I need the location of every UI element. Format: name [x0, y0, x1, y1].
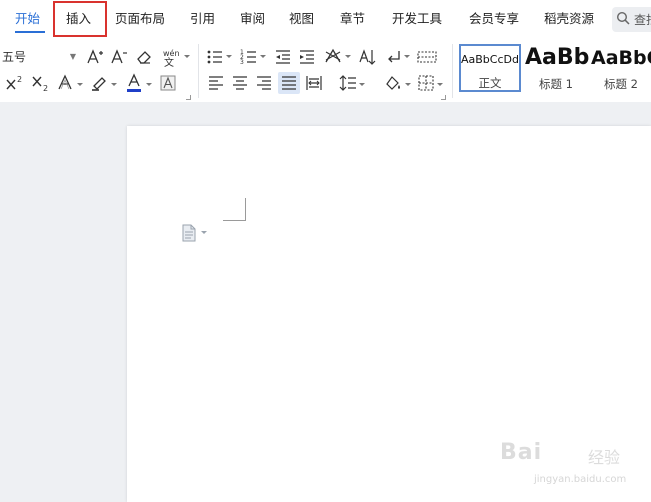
align-left-icon[interactable]: [208, 75, 224, 91]
chevron-down-icon[interactable]: [146, 83, 152, 86]
search-icon: [616, 11, 630, 25]
svg-text:2: 2: [43, 84, 48, 92]
distributed-icon[interactable]: [305, 74, 323, 92]
bullet-list-icon[interactable]: [206, 48, 224, 66]
paragraph-dialog-launcher[interactable]: [441, 95, 446, 100]
style-preview: AaBb: [525, 45, 590, 70]
font-dialog-launcher[interactable]: [186, 95, 191, 100]
character-border-icon[interactable]: [160, 75, 176, 91]
ribbon-toolbar: 五号 ▼ wén 文 2 2 123 AaBbCcDd 正文 AaBb 标题 1…: [0, 38, 651, 102]
style-label: 正文: [478, 76, 502, 90]
chevron-down-icon[interactable]: [77, 83, 83, 86]
phonetic-guide-icon[interactable]: wén文: [161, 47, 183, 67]
document-icon[interactable]: [181, 224, 197, 242]
margin-corner-mark: [223, 198, 246, 221]
chevron-down-icon[interactable]: [404, 55, 410, 58]
style-heading-2[interactable]: AaBbC 标题 2: [590, 44, 651, 92]
style-preview: AaBbC: [591, 47, 651, 69]
tab-references[interactable]: 引用: [190, 10, 215, 28]
watermark: Bai 经验 jingyan.baidu.com: [500, 432, 640, 492]
numbered-list-icon[interactable]: 123: [240, 48, 258, 66]
style-label: 标题 1: [539, 77, 573, 91]
watermark-suffix: 经验: [588, 448, 621, 467]
style-heading-1[interactable]: AaBb 标题 1: [525, 44, 590, 92]
font-size-select[interactable]: 五号 ▼: [2, 47, 78, 67]
style-label: 标题 2: [604, 77, 638, 91]
watermark-brand: Bai: [500, 440, 543, 465]
justify-icon[interactable]: [281, 75, 297, 91]
search-box[interactable]: 查找: [612, 7, 651, 32]
chevron-down-icon[interactable]: [201, 231, 207, 234]
tab-docer[interactable]: 稻壳资源: [544, 10, 594, 28]
tab-review[interactable]: 审阅: [240, 10, 265, 28]
chevron-down-icon[interactable]: [359, 83, 365, 86]
superscript-icon[interactable]: 2: [5, 74, 25, 92]
chevron-down-icon[interactable]: [437, 83, 443, 86]
style-normal[interactable]: AaBbCcDd 正文: [459, 44, 521, 92]
tab-member[interactable]: 会员专享: [469, 10, 519, 28]
subscript-icon[interactable]: 2: [31, 74, 51, 92]
borders-icon[interactable]: [418, 75, 434, 91]
align-center-icon[interactable]: [232, 75, 248, 91]
line-spacing-icon[interactable]: [339, 74, 357, 92]
tab-developer[interactable]: 开发工具: [392, 10, 442, 28]
chevron-down-icon[interactable]: [111, 83, 117, 86]
grow-font-icon[interactable]: [86, 48, 104, 66]
font-color-icon[interactable]: [125, 73, 143, 93]
chevron-down-icon[interactable]: [184, 55, 190, 58]
align-right-icon[interactable]: [256, 75, 272, 91]
chevron-down-icon[interactable]: [405, 83, 411, 86]
tab-section[interactable]: 章节: [340, 10, 365, 28]
svg-text:2: 2: [17, 75, 22, 84]
tab-home[interactable]: 开始: [15, 10, 40, 28]
insert-tab-highlight: [53, 1, 107, 37]
text-effect-icon[interactable]: [57, 74, 75, 92]
chevron-down-icon[interactable]: [226, 55, 232, 58]
tab-page-layout[interactable]: 页面布局: [115, 10, 165, 28]
active-tab-underline: [15, 31, 45, 33]
shrink-font-icon[interactable]: [110, 48, 128, 66]
highlight-icon[interactable]: [90, 74, 110, 92]
sort-icon[interactable]: [358, 47, 378, 67]
chevron-down-icon[interactable]: [345, 55, 351, 58]
chinese-layout-icon[interactable]: [323, 47, 343, 67]
increase-indent-icon[interactable]: [298, 48, 316, 66]
watermark-url: jingyan.baidu.com: [534, 474, 627, 485]
style-preview: AaBbCcDd: [461, 53, 519, 66]
table-grid-icon[interactable]: [417, 49, 437, 65]
show-marks-icon[interactable]: [385, 48, 403, 66]
divider: [198, 44, 199, 98]
font-size-value: 五号: [2, 50, 27, 64]
search-label: 查找: [634, 13, 651, 27]
divider: [452, 44, 453, 98]
svg-text:3: 3: [240, 59, 244, 66]
svg-text:wén: wén: [163, 48, 180, 58]
shading-icon[interactable]: [383, 74, 403, 92]
chevron-down-icon: ▼: [69, 52, 76, 61]
chevron-down-icon[interactable]: [260, 55, 266, 58]
tab-view[interactable]: 视图: [289, 10, 314, 28]
decrease-indent-icon[interactable]: [274, 48, 292, 66]
svg-text:文: 文: [164, 56, 174, 67]
menu-bar: 开始 插入 页面布局 引用 审阅 视图 章节 开发工具 会员专享 稻壳资源 查找: [0, 0, 651, 38]
clear-format-icon[interactable]: [136, 48, 154, 66]
